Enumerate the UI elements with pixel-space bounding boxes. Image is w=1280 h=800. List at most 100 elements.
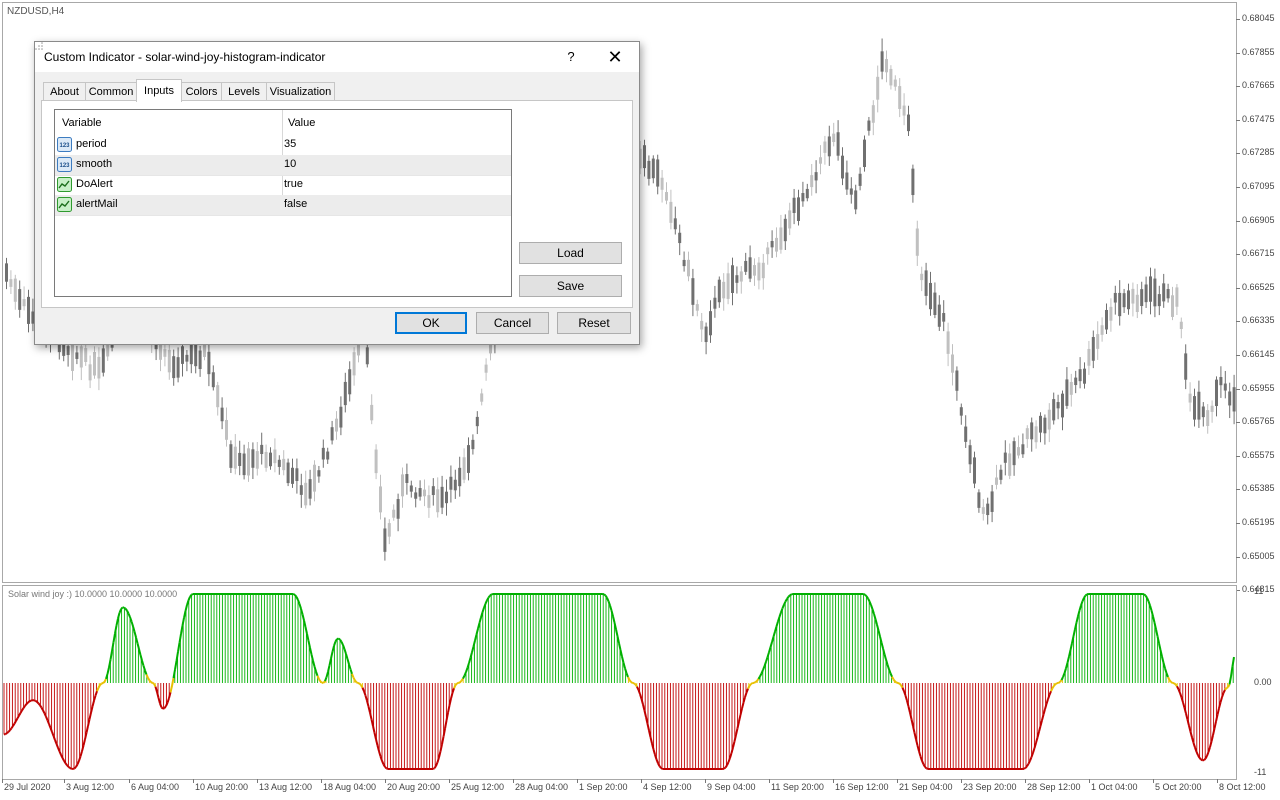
histogram-outline <box>152 682 155 685</box>
dialog-titlebar[interactable]: Custom Indicator - solar-wind-joy-histog… <box>35 42 639 72</box>
histogram-outline <box>184 604 188 612</box>
input-row-smooth[interactable]: 123 smooth 10 <box>55 155 511 176</box>
price-tick <box>1236 355 1240 356</box>
histogram-outline <box>607 600 611 606</box>
save-button[interactable]: Save <box>519 275 622 297</box>
input-value[interactable]: 35 <box>284 138 296 150</box>
candle-body <box>383 528 387 552</box>
candle-body <box>1017 447 1020 456</box>
tab-colors[interactable]: Colors <box>181 82 222 102</box>
histogram-outline <box>352 677 356 682</box>
input-value[interactable]: true <box>284 178 303 190</box>
histogram-outline <box>475 628 479 635</box>
candle-body <box>955 370 959 391</box>
histogram-outline <box>1080 600 1084 606</box>
time-tick <box>64 779 65 783</box>
inputs-grid[interactable]: Variable Value 123 period 35 123 smooth … <box>54 109 512 297</box>
load-button[interactable]: Load <box>519 242 622 264</box>
input-value[interactable]: false <box>284 198 307 210</box>
histogram-outline <box>657 762 661 767</box>
histogram-outline <box>727 757 731 763</box>
help-button[interactable]: ? <box>559 45 583 69</box>
price-axis-label: 0.67285 <box>1242 147 1275 158</box>
tab-inputs[interactable]: Inputs <box>136 79 182 102</box>
ok-button[interactable]: OK <box>395 312 467 334</box>
candle-body <box>687 259 690 277</box>
candle-body <box>907 114 910 132</box>
candle-body <box>1083 368 1086 384</box>
histogram-outline <box>1191 737 1195 744</box>
candle-body <box>1157 294 1161 307</box>
histogram-outline <box>1206 751 1210 757</box>
candle-body <box>1135 294 1139 313</box>
candle-body <box>1012 441 1016 466</box>
input-row-alertmail[interactable]: alertMail false <box>55 195 511 216</box>
histogram-outline <box>1207 746 1211 753</box>
tab-common[interactable]: Common <box>85 82 137 102</box>
candle-body <box>660 177 664 190</box>
histogram-outline <box>373 732 377 740</box>
time-axis-label: 21 Sep 04:00 <box>899 782 953 792</box>
histogram-outline <box>786 596 790 600</box>
column-header-value[interactable]: Value <box>288 110 315 132</box>
histogram-outline <box>487 594 491 599</box>
candle-body <box>436 489 440 513</box>
candle-body <box>396 499 400 519</box>
candle-body <box>93 352 96 376</box>
candle-body <box>304 482 308 506</box>
cancel-button[interactable]: Cancel <box>476 312 549 334</box>
histogram-outline <box>625 672 629 678</box>
histogram-outline <box>328 658 332 666</box>
histogram-outline <box>61 757 65 762</box>
reset-button[interactable]: Reset <box>557 312 631 334</box>
candle-body <box>374 449 378 474</box>
candle-body <box>255 451 259 469</box>
histogram-outline <box>318 678 322 683</box>
histogram-outline <box>453 684 457 689</box>
histogram-outline <box>57 747 61 752</box>
tab-visualization[interactable]: Visualization <box>266 82 335 102</box>
boolean-icon <box>57 177 72 192</box>
histogram-outline <box>654 754 658 760</box>
candle-body <box>242 453 246 476</box>
histogram-outline <box>43 712 47 718</box>
histogram-outline <box>354 679 358 684</box>
input-row-doalert[interactable]: DoAlert true <box>55 175 511 196</box>
candle-body <box>392 509 396 518</box>
indicator-pane[interactable]: Solar wind joy :) 10.0000 10.0000 10.000… <box>2 585 1237 780</box>
histogram-outline <box>1065 662 1069 669</box>
histogram-outline <box>1182 702 1186 709</box>
histogram-outline <box>72 767 75 770</box>
histogram-outline <box>726 761 730 766</box>
histogram-outline <box>6 731 10 734</box>
candle-body <box>1109 306 1113 321</box>
candle-body <box>902 105 906 116</box>
candle-body <box>889 68 893 86</box>
histogram-outline <box>48 723 52 729</box>
candle-body <box>88 364 92 381</box>
input-value[interactable]: 10 <box>284 158 296 170</box>
candle-body <box>753 265 756 276</box>
input-row-period[interactable]: 123 period 35 <box>55 135 511 156</box>
histogram-outline <box>9 727 13 731</box>
numeric-icon: 123 <box>57 137 72 152</box>
tab-about[interactable]: About <box>43 82 86 102</box>
column-header-variable[interactable]: Variable <box>62 110 102 132</box>
close-button[interactable]: ✕ <box>600 45 630 69</box>
candle-body <box>1074 377 1078 386</box>
histogram-outline <box>759 672 763 677</box>
histogram-outline <box>1053 683 1057 687</box>
input-name: smooth <box>76 158 113 170</box>
resize-grip-icon[interactable] <box>35 42 43 50</box>
histogram-outline <box>1158 642 1162 651</box>
histogram-outline <box>1069 642 1073 651</box>
tab-levels[interactable]: Levels <box>221 82 267 102</box>
histogram-outline <box>93 695 97 702</box>
candle-body <box>942 313 946 322</box>
candle-body <box>911 168 915 196</box>
histogram-outline <box>39 704 43 709</box>
time-axis-label: 8 Oct 12:00 <box>1219 782 1266 792</box>
histogram-outline <box>1188 725 1192 732</box>
candle-body <box>1025 428 1029 440</box>
histogram-outline <box>1231 656 1235 667</box>
